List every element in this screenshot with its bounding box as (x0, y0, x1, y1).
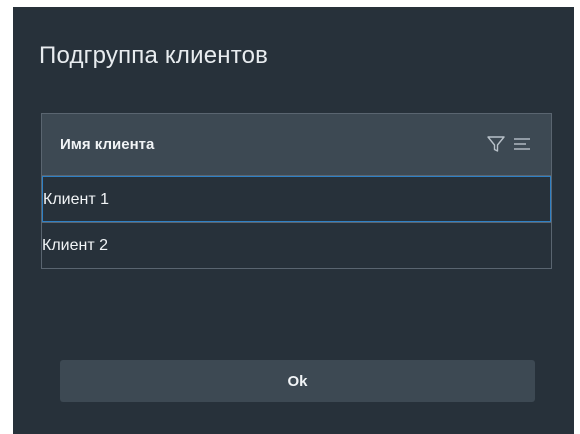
clients-grid: Имя клиента Клиент 1 Клиент 2 (41, 113, 552, 269)
sort-lines-icon[interactable] (511, 133, 533, 155)
table-row[interactable]: Клиент 2 (42, 222, 551, 268)
table-row[interactable]: Клиент 1 (42, 176, 551, 222)
grid-header: Имя клиента (42, 114, 551, 176)
header-icons (485, 133, 533, 155)
dialog-title: Подгруппа клиентов (39, 42, 269, 69)
subgroup-dialog: Подгруппа клиентов Имя клиента Клиент 1 … (13, 7, 574, 434)
filter-icon[interactable] (485, 133, 507, 155)
ok-button[interactable]: Ok (60, 360, 535, 402)
client-name-cell: Клиент 2 (42, 237, 108, 254)
column-header-client-name[interactable]: Имя клиента (60, 136, 154, 153)
client-name-cell: Клиент 1 (43, 191, 109, 208)
